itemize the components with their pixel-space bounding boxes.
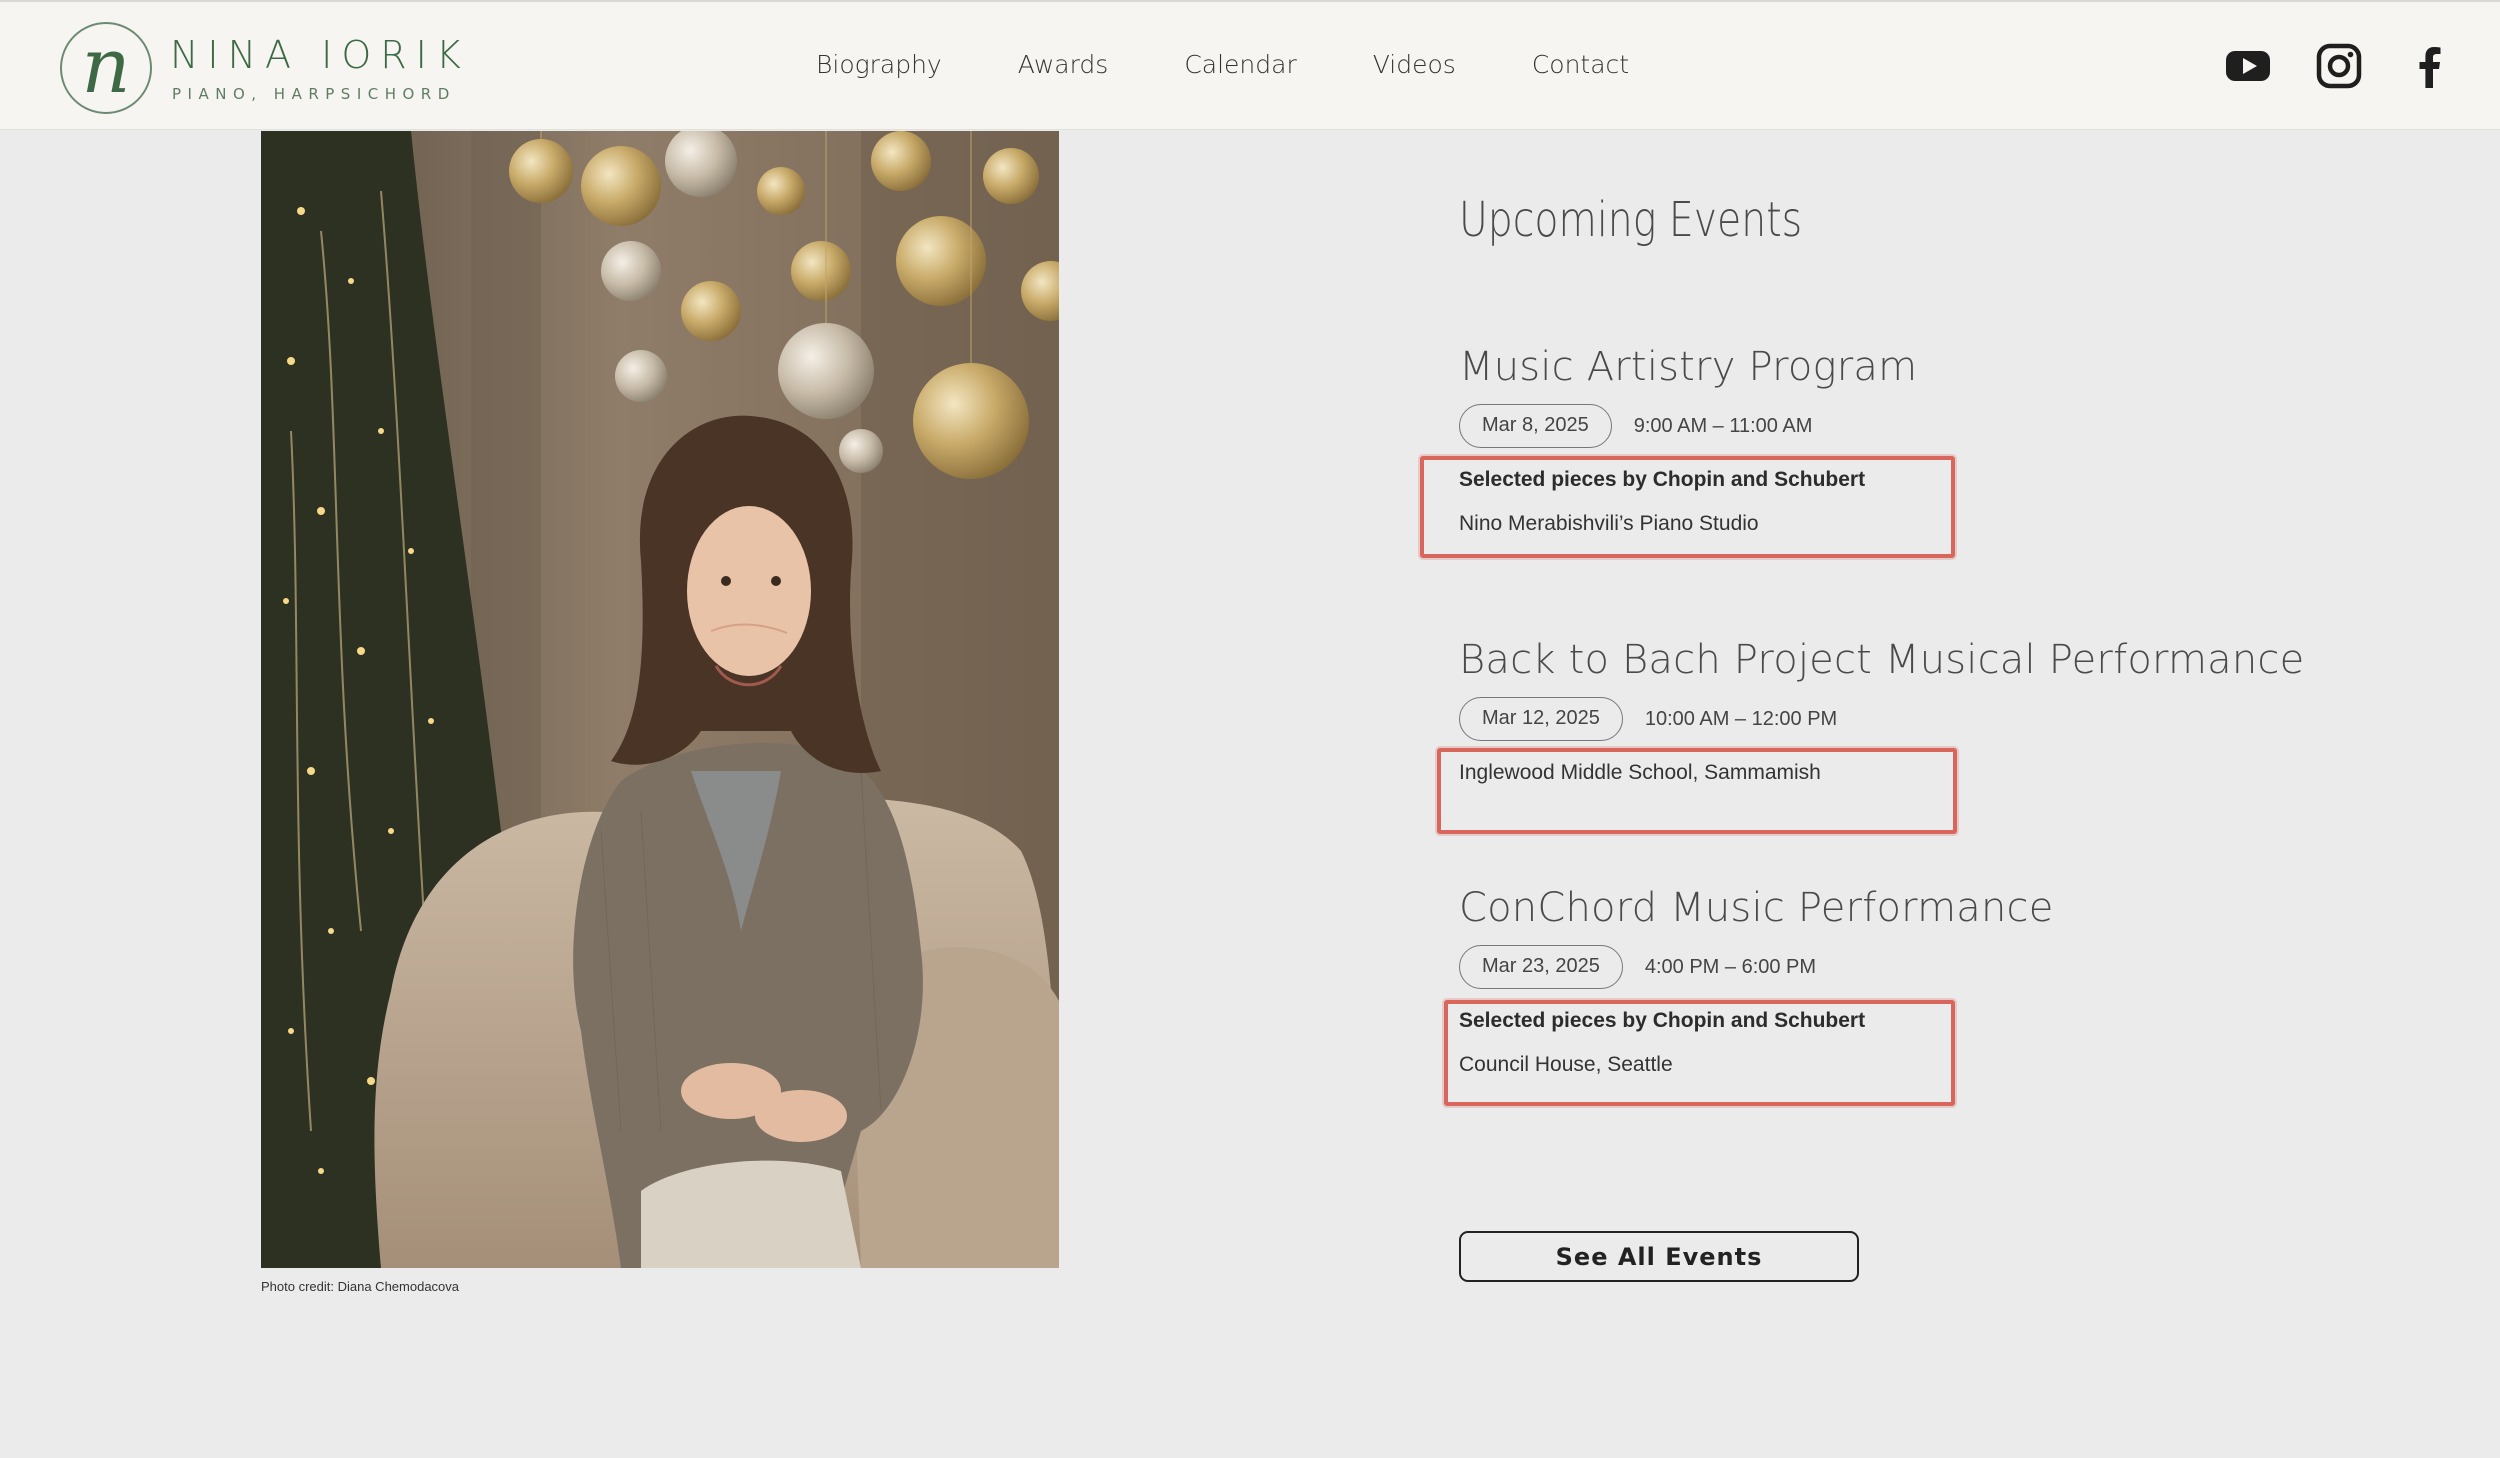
- portrait-illustration: [261, 131, 1059, 1268]
- portrait-photo: [261, 131, 1059, 1268]
- instagram-link[interactable]: [2315, 42, 2363, 90]
- youtube-link[interactable]: [2224, 42, 2272, 90]
- logo-monogram: n: [60, 22, 152, 114]
- site-logo[interactable]: n NINA IORIK PIANO, HARPSICHORD: [58, 21, 461, 117]
- facebook-link[interactable]: [2406, 42, 2454, 90]
- nav-videos[interactable]: Videos: [1373, 50, 1456, 79]
- logo-name: NINA IORIK: [170, 33, 470, 77]
- nav-biography[interactable]: Biography: [816, 50, 942, 79]
- instagram-icon: [2316, 43, 2362, 89]
- highlight-box: [1437, 748, 1957, 834]
- event-title[interactable]: Back to Bach Project Musical Performance: [1459, 637, 2304, 683]
- event-date-badge: Mar 8, 2025: [1459, 404, 1612, 448]
- see-all-events-button[interactable]: See All Events: [1459, 1231, 1859, 1282]
- event-meta: Mar 8, 2025 9:00 AM – 11:00 AM: [1459, 404, 2259, 448]
- event-title[interactable]: ConChord Music Performance: [1459, 885, 2259, 931]
- photo-credit: Photo credit: Diana Chemodacova: [261, 1279, 460, 1294]
- event-time: 10:00 AM – 12:00 PM: [1644, 707, 1838, 730]
- event-time: 4:00 PM – 6:00 PM: [1644, 955, 1817, 978]
- event-date-badge: Mar 23, 2025: [1459, 945, 1623, 989]
- event-meta: Mar 23, 2025 4:00 PM – 6:00 PM: [1459, 945, 2259, 989]
- facebook-icon: [2419, 47, 2441, 88]
- social-links: [2224, 42, 2497, 90]
- highlight-box: [1420, 456, 1955, 558]
- nav-contact[interactable]: Contact: [1532, 50, 1629, 79]
- event-title[interactable]: Music Artistry Program: [1459, 344, 2259, 390]
- upcoming-events-heading: Upcoming Events: [1459, 192, 1803, 248]
- youtube-icon: [2226, 51, 2270, 81]
- nav-awards[interactable]: Awards: [1018, 50, 1109, 79]
- site-header: n NINA IORIK PIANO, HARPSICHORD Biograph…: [0, 0, 2500, 130]
- highlight-box: [1444, 1000, 1955, 1106]
- logo-tagline: PIANO, HARPSICHORD: [172, 85, 456, 103]
- nav-calendar[interactable]: Calendar: [1184, 50, 1296, 79]
- event-meta: Mar 12, 2025 10:00 AM – 12:00 PM: [1459, 697, 2259, 741]
- main-nav: Biography Awards Calendar Videos Contact: [816, 50, 1705, 79]
- event-time: 9:00 AM – 11:00 AM: [1633, 414, 1813, 437]
- event-date-badge: Mar 12, 2025: [1459, 697, 1623, 741]
